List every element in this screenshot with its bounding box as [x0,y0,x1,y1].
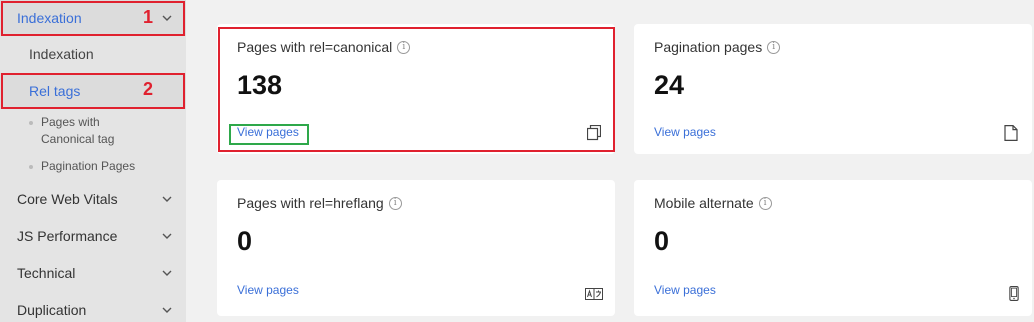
annotation-number-2: 2 [143,79,154,99]
card-mobile-alternate: Mobile alternate i 0 View pages [634,180,1032,316]
sidebar-group-indexation-label: Indexation [17,10,82,26]
info-icon[interactable]: i [397,40,411,54]
bullet-icon [29,165,33,169]
translate-icon [585,288,603,300]
card-pagination: Pagination pages i 24 View pages [634,24,1032,154]
view-pages-link[interactable]: View pages [654,283,716,297]
sidebar-item-indexation-label: Indexation [29,46,94,62]
view-pages-link[interactable]: View pages [654,125,716,139]
card-title: Mobile alternate i [654,195,772,211]
copy-icon [587,125,601,141]
info-icon[interactable]: i [758,196,772,210]
sidebar-group-duplication[interactable]: Duplication [0,299,186,321]
mobile-icon [1009,286,1019,301]
chevron-down-icon [160,192,174,206]
card-title: Pages with rel=hreflang i [237,195,402,211]
info-icon[interactable]: i [767,40,781,54]
sidebar-leaf-pagination[interactable]: Pagination Pages [29,158,135,175]
sidebar-group-technical[interactable]: Technical [0,262,186,284]
view-pages-link[interactable]: View pages [237,125,299,139]
sidebar-group-core-web-vitals[interactable]: Core Web Vitals [0,188,186,210]
sidebar-group-indexation[interactable]: Indexation [0,0,186,36]
card-value: 24 [654,70,685,100]
sidebar-leaf-pagination-label: Pagination Pages [41,159,136,173]
card-value: 138 [237,70,283,100]
card-rel-canonical: Pages with rel=canonical i 138 View page… [217,24,615,154]
chevron-down-icon [160,266,174,280]
chevron-down-icon [160,229,174,243]
sidebar-item-rel-tags-label: Rel tags [29,83,81,99]
sidebar-item-indexation[interactable]: Indexation [0,46,186,64]
card-title: Pagination pages i [654,39,781,55]
sidebar-group-duplication-label: Duplication [17,302,87,318]
sidebar-leaf-canonical[interactable]: Pages with Canonical tag [29,114,169,148]
bullet-icon [29,121,33,125]
card-title-text: Pages with rel=hreflang [237,195,384,211]
info-icon[interactable]: i [388,196,402,210]
sidebar-leaf-canonical-label: Pages with Canonical tag [41,115,115,146]
annotation-number-1: 1 [143,7,154,27]
card-title-text: Pages with rel=canonical [237,39,393,55]
card-rel-hreflang: Pages with rel=hreflang i 0 View pages [217,180,615,316]
sidebar-group-js-performance[interactable]: JS Performance [0,225,186,247]
sidebar-group-core-web-vitals-label: Core Web Vitals [17,191,118,207]
sidebar-item-rel-tags[interactable]: Rel tags [0,73,186,109]
view-pages-link[interactable]: View pages [237,283,299,297]
page: Indexation Indexation Rel tags Pages wit… [0,0,1034,322]
card-title: Pages with rel=canonical i [237,39,411,55]
card-title-text: Pagination pages [654,39,763,55]
sidebar-group-js-performance-label: JS Performance [17,228,118,244]
card-value: 0 [654,226,670,256]
card-title-text: Mobile alternate [654,195,754,211]
chevron-down-icon [160,303,174,317]
document-icon [1004,125,1018,141]
card-value: 0 [237,226,253,256]
chevron-down-icon [160,11,174,25]
sidebar: Indexation Indexation Rel tags Pages wit… [0,0,186,322]
sidebar-group-technical-label: Technical [17,265,76,281]
